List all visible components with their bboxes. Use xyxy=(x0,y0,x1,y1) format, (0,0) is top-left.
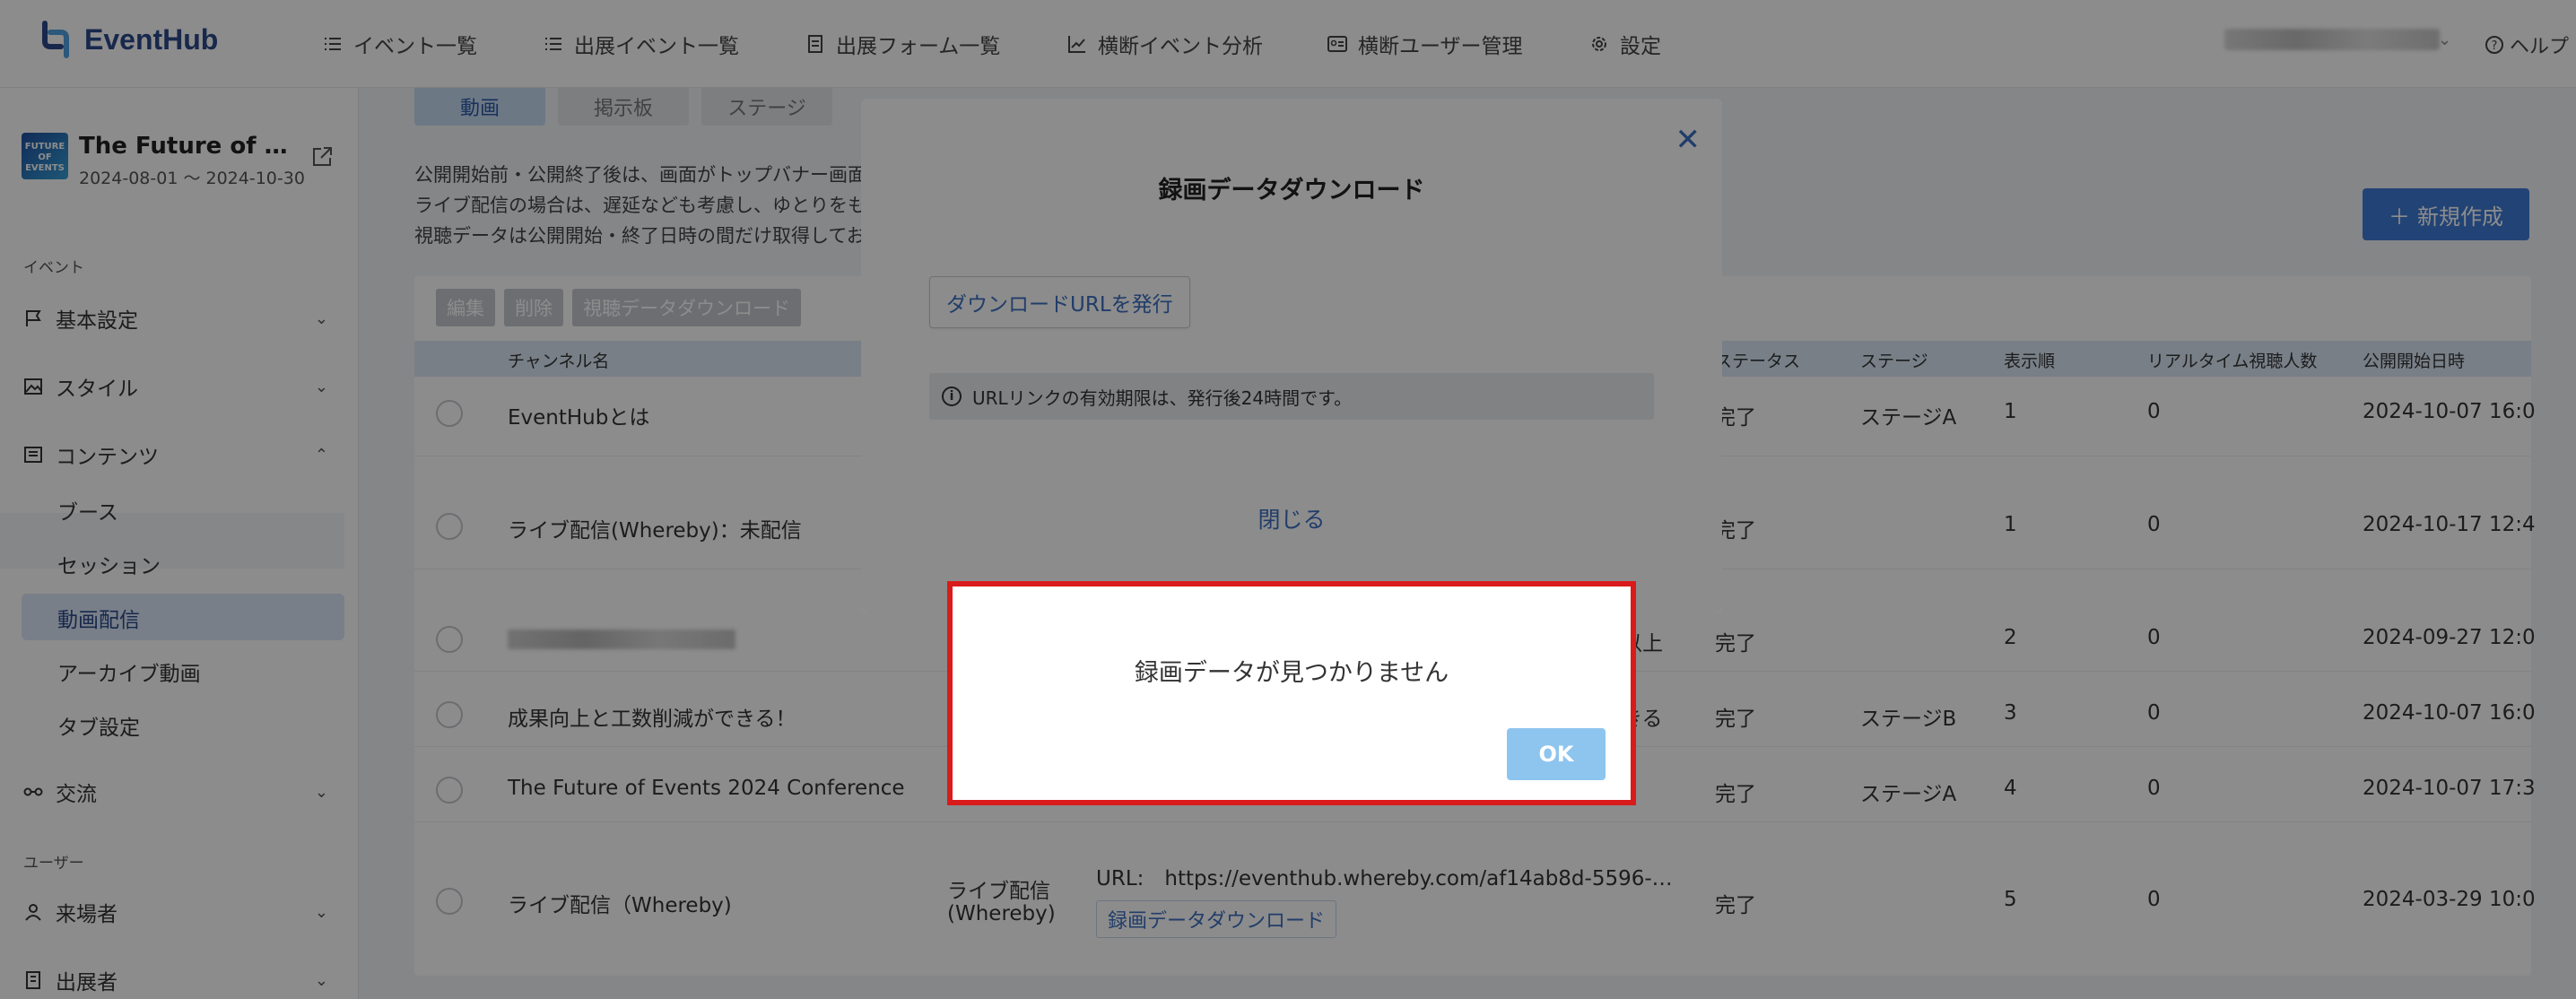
alert-dialog: 録画データが見つかりません OK xyxy=(947,581,1636,805)
ok-button[interactable]: OK xyxy=(1507,728,1606,780)
modal-dim-layer xyxy=(861,99,1722,613)
alert-message: 録画データが見つかりません xyxy=(1134,659,1449,687)
